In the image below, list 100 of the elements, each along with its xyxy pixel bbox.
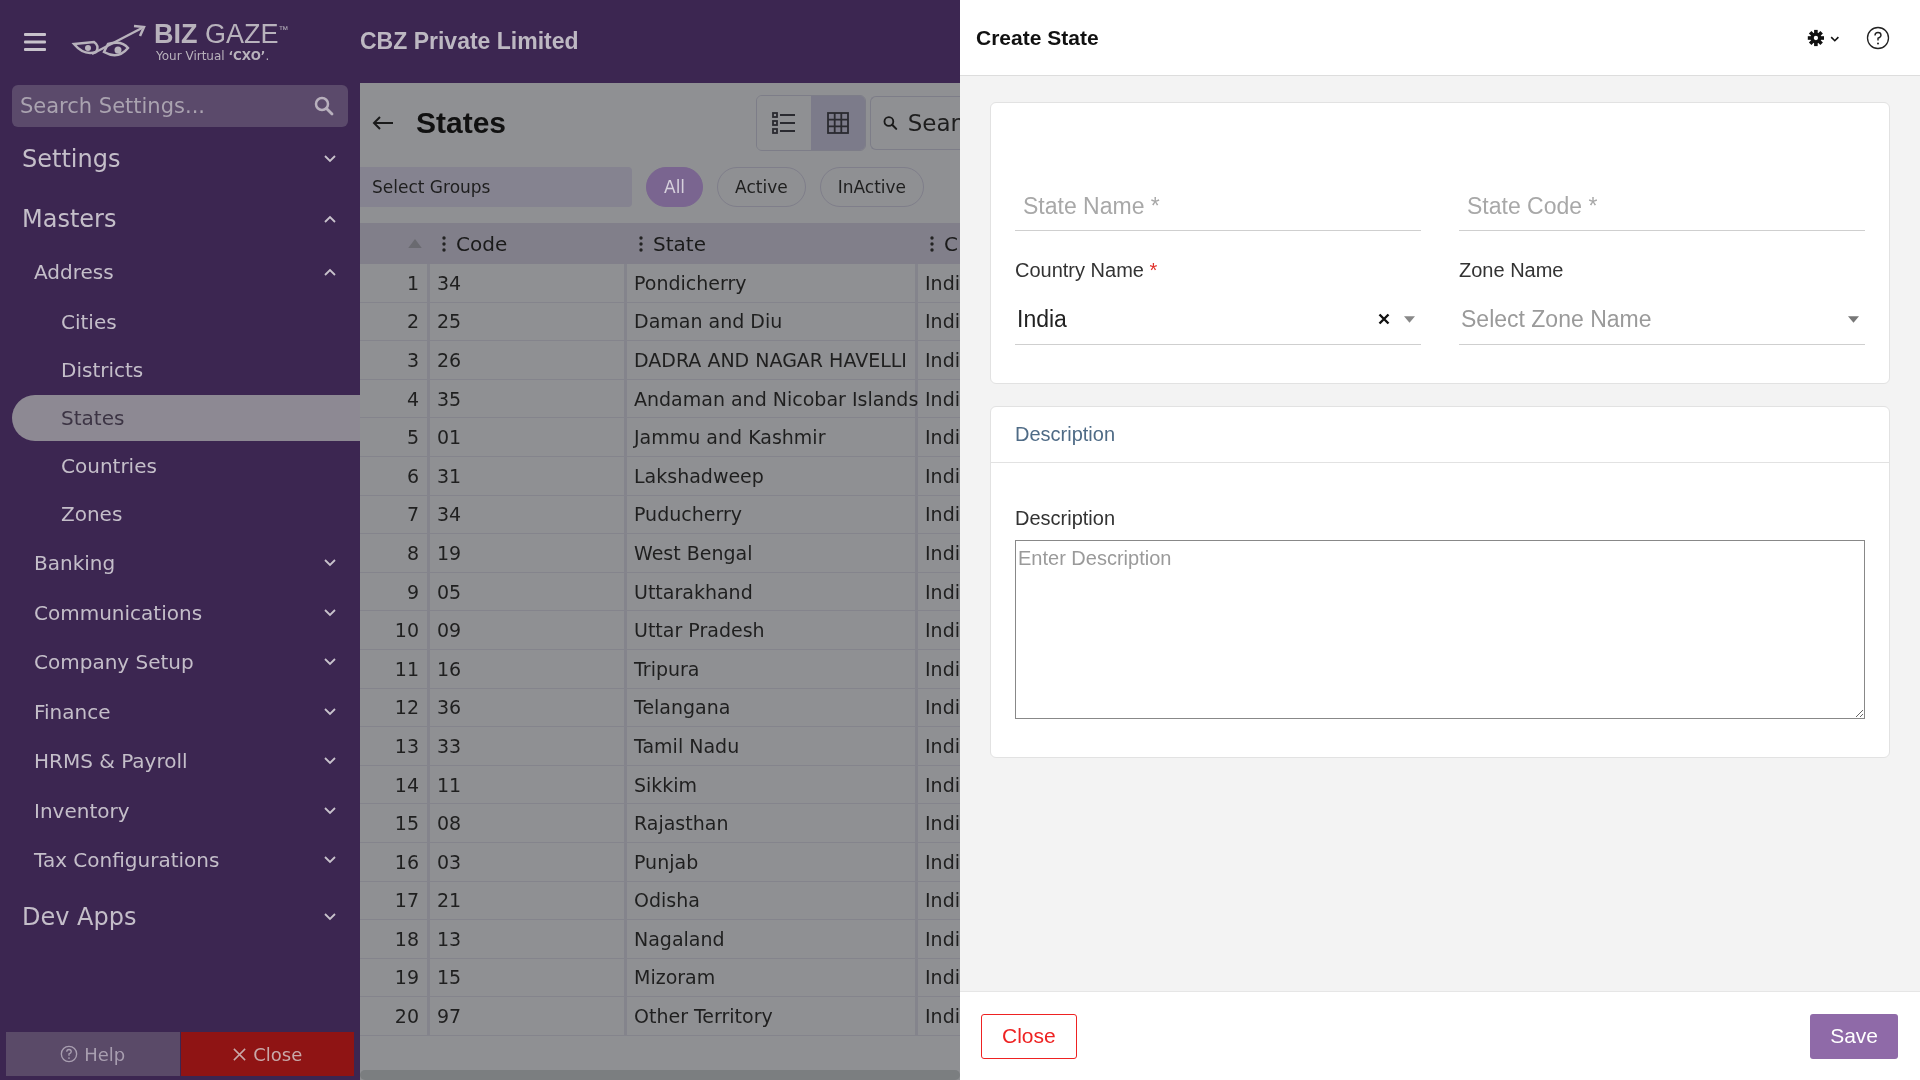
close-button[interactable]: Close (981, 1013, 1077, 1059)
row-number: 4 (360, 379, 430, 418)
table-cell: 25 (430, 302, 627, 341)
table-cell: 08 (430, 804, 627, 842)
help-icon (60, 1045, 79, 1063)
row-number: 12 (360, 688, 430, 727)
caret-icon (1848, 315, 1859, 323)
row-number: 14 (360, 765, 430, 804)
grid-view-button[interactable] (811, 96, 865, 150)
page-title: States (416, 106, 507, 140)
table-cell: Uttarakhand (627, 572, 918, 611)
table-cell: Sikkim (627, 765, 918, 804)
table-cell: Tripura (627, 649, 918, 688)
field-label: Description (1015, 507, 1117, 530)
table-cell: Tamil Nadu (627, 727, 918, 765)
sidebar-item[interactable]: Countries (12, 442, 360, 489)
column-menu-icon[interactable] (930, 235, 934, 252)
state-code-field[interactable]: State Code * (1459, 183, 1865, 231)
chevron-icon (324, 658, 336, 667)
table-cell: 33 (430, 727, 627, 765)
row-number: 19 (360, 958, 430, 997)
sidebar-group[interactable]: Inventory (0, 786, 360, 836)
column-header[interactable]: C (944, 231, 958, 256)
country-select[interactable]: India (1015, 294, 1421, 345)
sidebar-group[interactable]: Address (0, 247, 360, 297)
chevron-icon (324, 155, 336, 163)
sidebar-item[interactable]: Cities (12, 298, 360, 345)
table-cell: Telangana (627, 688, 918, 727)
field-label: Zone Name (1459, 259, 1565, 282)
chevron-icon (324, 608, 336, 617)
sidebar-group[interactable]: Communications (0, 588, 360, 638)
logo-text: BIZ GAZE$^{™}$ (154, 21, 289, 48)
row-number: 5 (360, 418, 430, 456)
table-cell: Daman and Diu (627, 302, 918, 341)
row-number: 17 (360, 881, 430, 920)
table-cell: Andaman and Nicobar Islands (627, 379, 918, 418)
table-cell: 35 (430, 379, 627, 418)
table-cell: 36 (430, 688, 627, 727)
row-number: 18 (360, 920, 430, 958)
table-cell: 31 (430, 456, 627, 495)
list-icon (772, 112, 796, 134)
chevron-icon (324, 267, 336, 276)
sidebar-section[interactable]: Settings (0, 131, 360, 187)
row-number: 7 (360, 495, 430, 534)
row-number: 13 (360, 727, 430, 765)
column-header[interactable]: Code (456, 231, 508, 256)
description-field[interactable]: Enter Description (1015, 540, 1865, 719)
row-number: 10 (360, 611, 430, 649)
scrollbar[interactable] (360, 1070, 960, 1080)
field-label: Country Name * (1015, 259, 1159, 282)
table-cell: Jammu and Kashmir (627, 418, 918, 456)
chevron-icon (324, 913, 336, 921)
search-icon (314, 96, 334, 116)
column-menu-icon[interactable] (442, 235, 446, 252)
chevron-icon (324, 806, 336, 815)
close-button[interactable]: Close (180, 1032, 354, 1076)
drawer-title: Create State (976, 25, 1099, 50)
row-number: 2 (360, 302, 430, 341)
table-cell: Uttar Pradesh (627, 611, 918, 649)
sidebar-group[interactable]: HRMS & Payroll (0, 736, 360, 786)
table-cell: 01 (430, 418, 627, 456)
table-cell: 15 (430, 958, 627, 997)
column-header[interactable]: State (653, 231, 706, 256)
group-select[interactable]: Select Groups (360, 167, 632, 207)
table-cell: West Bengal (627, 534, 918, 572)
row-number: 20 (360, 997, 430, 1035)
row-number: 9 (360, 572, 430, 611)
chevron-icon (324, 559, 336, 568)
sidebar-group[interactable]: Tax Configurations (0, 835, 360, 885)
close-icon (232, 1046, 248, 1062)
search-icon (883, 113, 898, 133)
table-cell: 97 (430, 997, 627, 1035)
table-cell: 05 (430, 572, 627, 611)
row-number: 3 (360, 341, 430, 379)
company-name: CBZ Private Limited (360, 28, 579, 55)
row-number: 8 (360, 534, 430, 572)
sidebar-group[interactable]: Banking (0, 538, 360, 588)
search-field[interactable]: Search Settings... (12, 85, 348, 127)
sidebar-group[interactable]: Company Setup (0, 637, 360, 687)
table-cell: Puducherry (627, 495, 918, 534)
caret-icon (1404, 315, 1415, 323)
table-cell: 34 (430, 495, 627, 534)
help-icon[interactable] (1866, 25, 1890, 50)
sidebar-section[interactable]: Masters (0, 191, 360, 247)
table-cell: 13 (430, 920, 627, 958)
sidebar-item[interactable]: Zones (12, 490, 360, 537)
sidebar-group[interactable]: Finance (0, 687, 360, 737)
grid-icon (827, 112, 849, 134)
back-arrow-icon[interactable] (372, 115, 394, 131)
state-name-field[interactable]: State Name * (1015, 183, 1421, 231)
clear-icon[interactable] (1378, 313, 1390, 325)
table-cell: DADRA AND NAGAR HAVELLI (627, 341, 918, 379)
save-button[interactable]: Save (1810, 1013, 1898, 1059)
table-cell: 26 (430, 341, 627, 379)
table-cell: 34 (430, 264, 627, 302)
sidebar-section[interactable]: Dev Apps (0, 889, 360, 945)
row-number: 16 (360, 842, 430, 881)
sidebar-item[interactable]: Districts (12, 346, 360, 393)
column-menu-icon[interactable] (639, 235, 643, 252)
menu-icon[interactable] (24, 31, 48, 52)
